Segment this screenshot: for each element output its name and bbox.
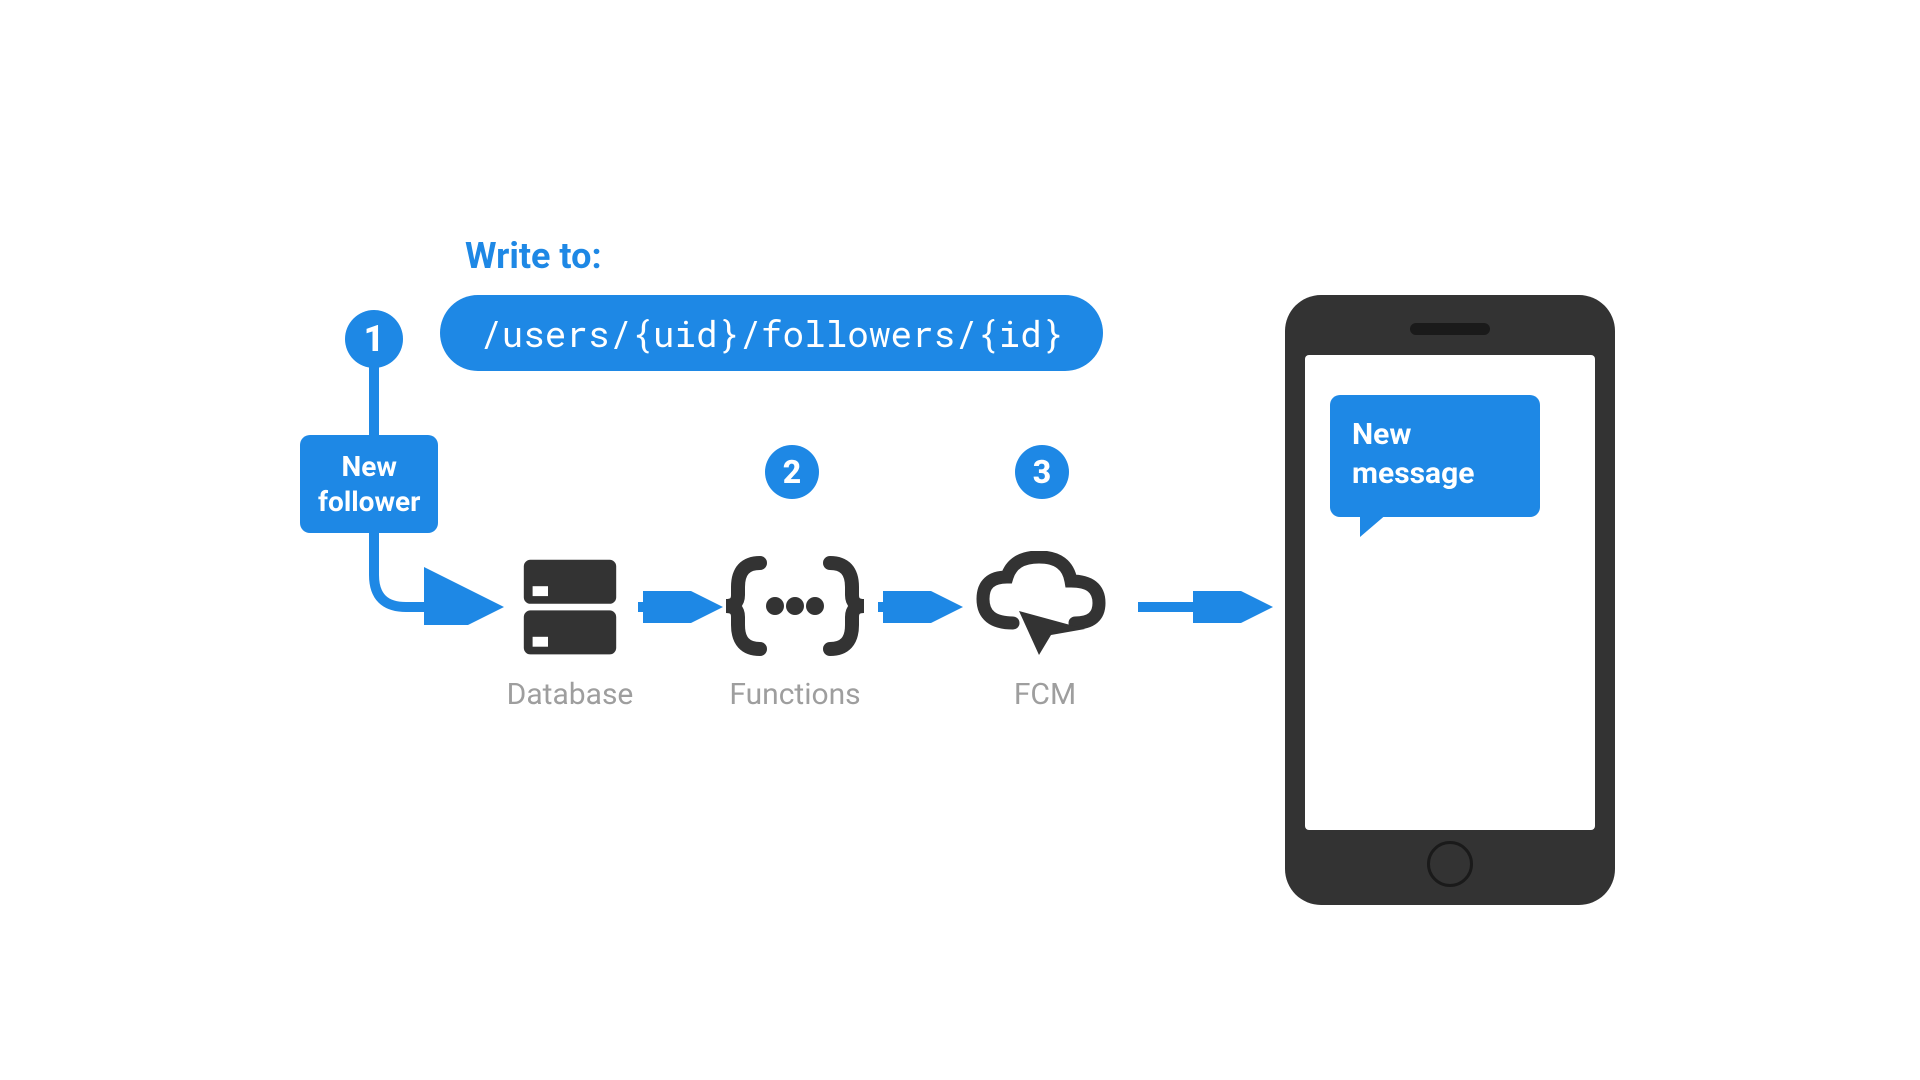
new-follower-line1: New	[318, 449, 420, 484]
arrow-fcm-phone	[1138, 591, 1273, 623]
step-badge-2: 2	[765, 445, 819, 499]
arrow-database-functions	[638, 591, 723, 623]
functions-label: Functions	[720, 677, 870, 712]
notification-line2: message	[1352, 454, 1518, 493]
step-badge-1: 1	[345, 310, 403, 368]
database-icon	[515, 551, 625, 661]
diagram-canvas: Write to: 1 /users/{uid}/followers/{id} …	[240, 135, 1680, 945]
step-badge-3: 3	[1015, 445, 1069, 499]
write-to-label: Write to:	[465, 235, 602, 277]
database-label: Database	[505, 677, 635, 712]
database-node: Database	[505, 551, 635, 712]
fcm-label: FCM	[965, 677, 1125, 712]
phone-device: New message	[1285, 295, 1615, 905]
functions-node: Functions	[720, 551, 870, 712]
functions-icon	[720, 551, 870, 661]
notification-bubble: New message	[1330, 395, 1540, 517]
phone-speaker	[1410, 323, 1490, 335]
fcm-cloud-send-icon	[965, 551, 1125, 661]
arrow-newfollower-database	[366, 525, 506, 625]
phone-screen: New message	[1305, 355, 1595, 830]
database-path-pill: /users/{uid}/followers/{id}	[440, 295, 1103, 371]
connector-step1-newfollower	[366, 363, 382, 443]
fcm-node: FCM	[965, 551, 1125, 712]
phone-home-button	[1427, 841, 1473, 887]
notification-line1: New	[1352, 415, 1518, 454]
arrow-functions-fcm	[878, 591, 963, 623]
new-follower-box: New follower	[300, 435, 438, 533]
new-follower-line2: follower	[318, 484, 420, 519]
